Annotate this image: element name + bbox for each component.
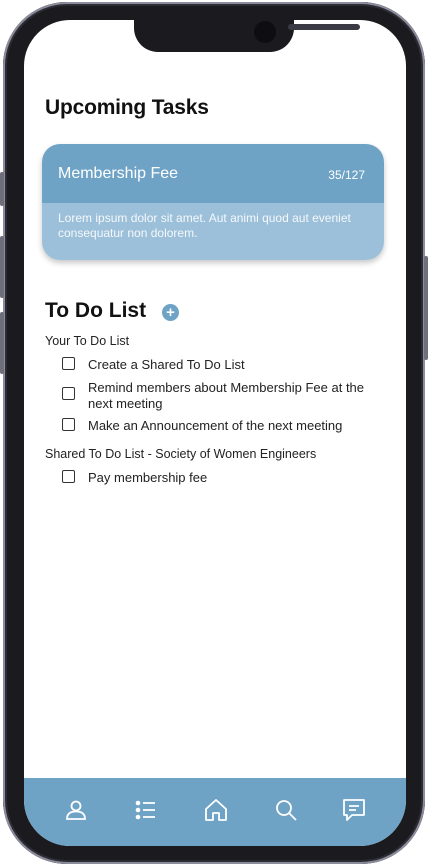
home-icon[interactable] — [202, 796, 230, 824]
checkbox[interactable] — [62, 357, 75, 370]
todo-item[interactable]: Pay membership fee — [62, 470, 376, 486]
card-title: Membership Fee — [58, 165, 179, 182]
camera — [254, 21, 276, 43]
todo-item[interactable]: Create a Shared To Do List — [62, 357, 376, 373]
speaker — [288, 24, 360, 30]
todo-item[interactable]: Remind members about Membership Fee at t… — [62, 380, 376, 412]
todo-item-label: Pay membership fee — [88, 470, 208, 485]
membership-fee-card[interactable]: Membership Fee 35/127 Lorem ipsum dolor … — [42, 144, 384, 260]
silent-switch — [0, 172, 4, 206]
checkbox[interactable] — [62, 387, 75, 400]
checkbox[interactable] — [62, 418, 75, 431]
list-icon[interactable] — [132, 796, 160, 824]
profile-icon[interactable] — [62, 796, 90, 824]
todo-list-title: To Do List — [45, 299, 147, 322]
todo-item-label: Remind members about Membership Fee at t… — [88, 380, 365, 411]
card-count: 35/127 — [328, 168, 365, 182]
volume-down-button — [0, 312, 4, 374]
checkbox[interactable] — [62, 470, 75, 483]
todo-item-label: Create a Shared To Do List — [88, 357, 245, 372]
bottom-nav — [24, 778, 406, 846]
card-description: Lorem ipsum dolor sit amet. Aut animi qu… — [58, 211, 351, 240]
chat-icon[interactable] — [340, 796, 368, 824]
shared-todo-list-label: Shared To Do List - Society of Women Eng… — [45, 447, 317, 461]
screen: Upcoming Tasks Membership Fee 35/127 Lor… — [24, 20, 406, 846]
search-icon[interactable] — [272, 796, 300, 824]
upcoming-tasks-title: Upcoming Tasks — [45, 96, 209, 119]
power-button — [424, 256, 428, 360]
card-header: Membership Fee 35/127 — [42, 144, 384, 203]
your-todo-list-label: Your To Do List — [45, 334, 130, 348]
notch — [134, 20, 360, 52]
card-body: Lorem ipsum dolor sit amet. Aut animi qu… — [42, 203, 384, 260]
todo-item[interactable]: Make an Announcement of the next meeting — [62, 418, 376, 434]
plus-circle-icon[interactable]: + — [162, 304, 179, 321]
volume-up-button — [0, 236, 4, 298]
todo-item-label: Make an Announcement of the next meeting — [88, 418, 343, 433]
